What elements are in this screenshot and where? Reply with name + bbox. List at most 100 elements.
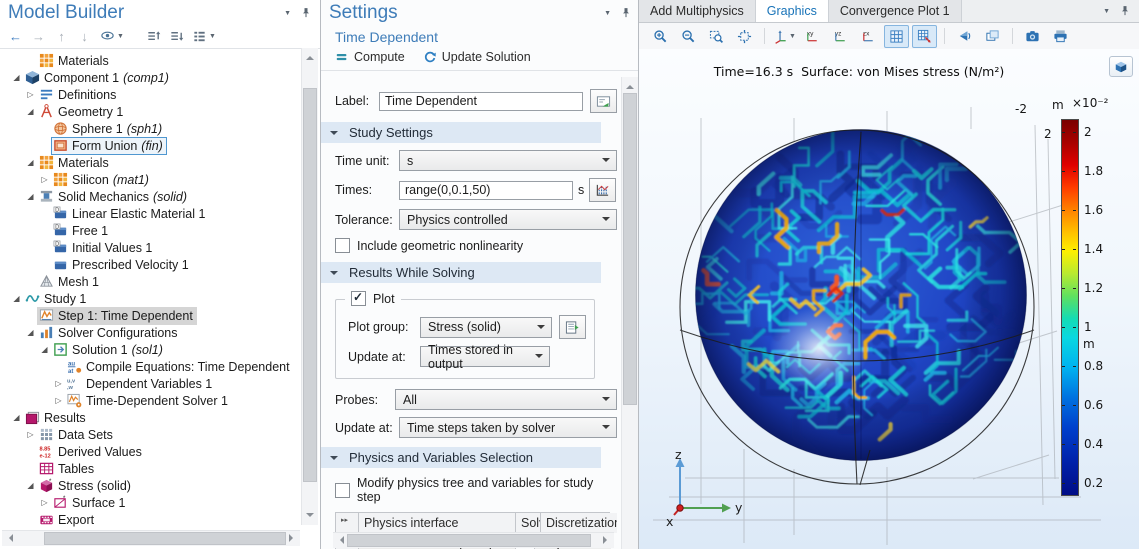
model-builder-hscrollbar[interactable] xyxy=(2,530,300,546)
geometric-nonlinearity-checkbox[interactable] xyxy=(335,238,350,253)
modify-physics-checkbox[interactable] xyxy=(335,483,350,498)
tree-expander-icon[interactable]: ◢ xyxy=(24,477,37,494)
pin-icon[interactable] xyxy=(620,7,632,19)
tree-item[interactable]: ▷Time-Dependent Solver 1 xyxy=(0,392,301,409)
tree-item[interactable]: Linear Elastic Material 1 xyxy=(0,205,301,222)
tree-item[interactable]: Initial Values 1 xyxy=(0,239,301,256)
default-view-button[interactable]: ▼ xyxy=(772,25,797,48)
update-at-probes-dropdown[interactable]: Time steps taken by solver xyxy=(399,417,617,438)
pin-icon[interactable] xyxy=(300,7,312,19)
tree-expander-icon[interactable]: ◢ xyxy=(24,154,37,171)
tree-expander-icon[interactable]: ◢ xyxy=(10,409,23,426)
tree-item[interactable]: ◢Component 1(comp1) xyxy=(0,69,301,86)
view-zx-button[interactable] xyxy=(856,25,881,48)
tree-item[interactable]: ▷Definitions xyxy=(0,86,301,103)
tree-expander-icon[interactable]: ◢ xyxy=(38,341,51,358)
nav-back-button[interactable]: ← xyxy=(8,28,23,44)
settings-hscrollbar[interactable] xyxy=(333,532,614,548)
tree-item[interactable]: Sphere 1(sph1) xyxy=(0,120,301,137)
expand-all-button[interactable] xyxy=(146,28,161,44)
tree-item[interactable]: ◢Solver Configurations xyxy=(0,324,301,341)
tree-expander-icon[interactable]: ▷ xyxy=(38,171,51,188)
update-solution-button[interactable]: Update Solution xyxy=(423,50,531,64)
plot-settings-button[interactable] xyxy=(912,25,937,48)
tree-expander-icon[interactable]: ◢ xyxy=(24,103,37,120)
plot-group-dropdown[interactable]: Stress (solid) xyxy=(420,317,552,338)
nav-up-button[interactable]: ↑ xyxy=(54,28,69,44)
grid-button[interactable] xyxy=(884,25,909,48)
tree-expander-icon[interactable]: ▷ xyxy=(24,426,37,443)
zoom-in-button[interactable] xyxy=(648,25,673,48)
section-header-results-while-solving[interactable]: Results While Solving xyxy=(321,262,601,283)
scroll-right-arrow-icon[interactable] xyxy=(603,536,611,544)
label-input[interactable]: Time Dependent xyxy=(379,92,583,111)
tree-item[interactable]: Tables xyxy=(0,460,301,477)
transparency-button[interactable] xyxy=(952,25,977,48)
tab-graphics[interactable]: Graphics xyxy=(756,0,829,22)
tree-item[interactable]: ◢Solid Mechanics(solid) xyxy=(0,188,301,205)
tree-expander-icon[interactable]: ▷ xyxy=(24,86,37,103)
tree-expander-icon[interactable]: ▷ xyxy=(52,375,65,392)
view-xy-button[interactable] xyxy=(800,25,825,48)
settings-hscroll-thumb[interactable] xyxy=(347,534,591,547)
tree-expander-icon[interactable]: ◢ xyxy=(10,290,23,307)
model-builder-hscroll-thumb[interactable] xyxy=(44,532,286,545)
panel-menu-caret-icon[interactable]: ▼ xyxy=(284,10,291,17)
view-yz-button[interactable] xyxy=(828,25,853,48)
settings-vscroll-thumb[interactable] xyxy=(623,93,637,405)
tree-item[interactable]: Materials xyxy=(0,52,301,69)
tab-add-multiphysics[interactable]: Add Multiphysics xyxy=(639,0,756,22)
tree-item[interactable]: Derived Values xyxy=(0,443,301,460)
scroll-up-arrow-icon[interactable] xyxy=(306,52,314,60)
tolerance-dropdown[interactable]: Physics controlled xyxy=(399,209,617,230)
pin-icon[interactable] xyxy=(1119,5,1131,17)
go-to-default-3d-view-button[interactable] xyxy=(1109,56,1133,77)
time-unit-dropdown[interactable]: s xyxy=(399,150,617,171)
tree-item[interactable]: Prescribed Velocity 1 xyxy=(0,256,301,273)
tree-item[interactable]: Compile Equations: Time Dependent xyxy=(0,358,301,375)
collapse-all-button[interactable] xyxy=(169,28,184,44)
nav-down-button[interactable]: ↓ xyxy=(77,28,92,44)
zoom-out-button[interactable] xyxy=(676,25,701,48)
settings-vscrollbar[interactable] xyxy=(621,77,638,549)
nav-forward-button[interactable]: → xyxy=(31,28,46,44)
times-input[interactable]: range(0,0.1,50) xyxy=(399,181,573,200)
tree-expander-icon[interactable]: ▷ xyxy=(52,392,65,409)
tree-expander-icon[interactable]: ▷ xyxy=(38,494,51,511)
tree-item[interactable]: ▷Dependent Variables 1 xyxy=(0,375,301,392)
tree-item[interactable]: Mesh 1 xyxy=(0,273,301,290)
view-plot-button[interactable] xyxy=(559,315,586,339)
model-tree-options-button[interactable]: ▼ xyxy=(192,28,216,44)
model-builder-vscrollbar[interactable] xyxy=(301,48,318,525)
tree-item[interactable]: Free 1 xyxy=(0,222,301,239)
tree-item[interactable]: ◢Stress (solid) xyxy=(0,477,301,494)
tree-item[interactable]: Export xyxy=(0,511,301,528)
tree-item[interactable]: ◢Materials xyxy=(0,154,301,171)
tree-expander-icon[interactable]: ◢ xyxy=(24,324,37,341)
tree-item[interactable]: ▷Data Sets xyxy=(0,426,301,443)
show-button[interactable]: ▼ xyxy=(100,28,124,44)
print-button[interactable] xyxy=(1048,25,1073,48)
compute-button[interactable]: Compute xyxy=(335,50,405,64)
scroll-right-arrow-icon[interactable] xyxy=(289,534,297,542)
tree-item[interactable]: ◢Geometry 1 xyxy=(0,103,301,120)
tree-item[interactable]: ◢Results xyxy=(0,409,301,426)
update-at-plot-dropdown[interactable]: Times stored in output xyxy=(420,346,550,367)
tree-item[interactable]: ◢Solution 1(sol1) xyxy=(0,341,301,358)
tab-convergence-plot-1[interactable]: Convergence Plot 1 xyxy=(829,0,962,22)
scene-button[interactable] xyxy=(980,25,1005,48)
zoom-box-button[interactable] xyxy=(704,25,729,48)
scroll-up-arrow-icon[interactable] xyxy=(626,81,634,89)
section-header-study-settings[interactable]: Study Settings xyxy=(321,122,601,143)
plot-checkbox[interactable] xyxy=(351,291,366,306)
tree-item[interactable]: ▷Surface 1 xyxy=(0,494,301,511)
section-header-physics-selection[interactable]: Physics and Variables Selection xyxy=(321,447,601,468)
snapshot-button[interactable] xyxy=(1020,25,1045,48)
tree-expander-icon[interactable]: ◢ xyxy=(24,188,37,205)
tree-item[interactable]: Step 1: Time Dependent xyxy=(0,307,301,324)
panel-menu-caret-icon[interactable]: ▼ xyxy=(1103,8,1110,15)
panel-menu-caret-icon[interactable]: ▼ xyxy=(604,10,611,17)
tree-expander-icon[interactable]: ◢ xyxy=(10,69,23,86)
tree-item[interactable]: Form Union(fin) xyxy=(0,137,301,154)
plot-area[interactable]: z y x Time=16.3 s Surface: von Mises str… xyxy=(639,49,1139,549)
